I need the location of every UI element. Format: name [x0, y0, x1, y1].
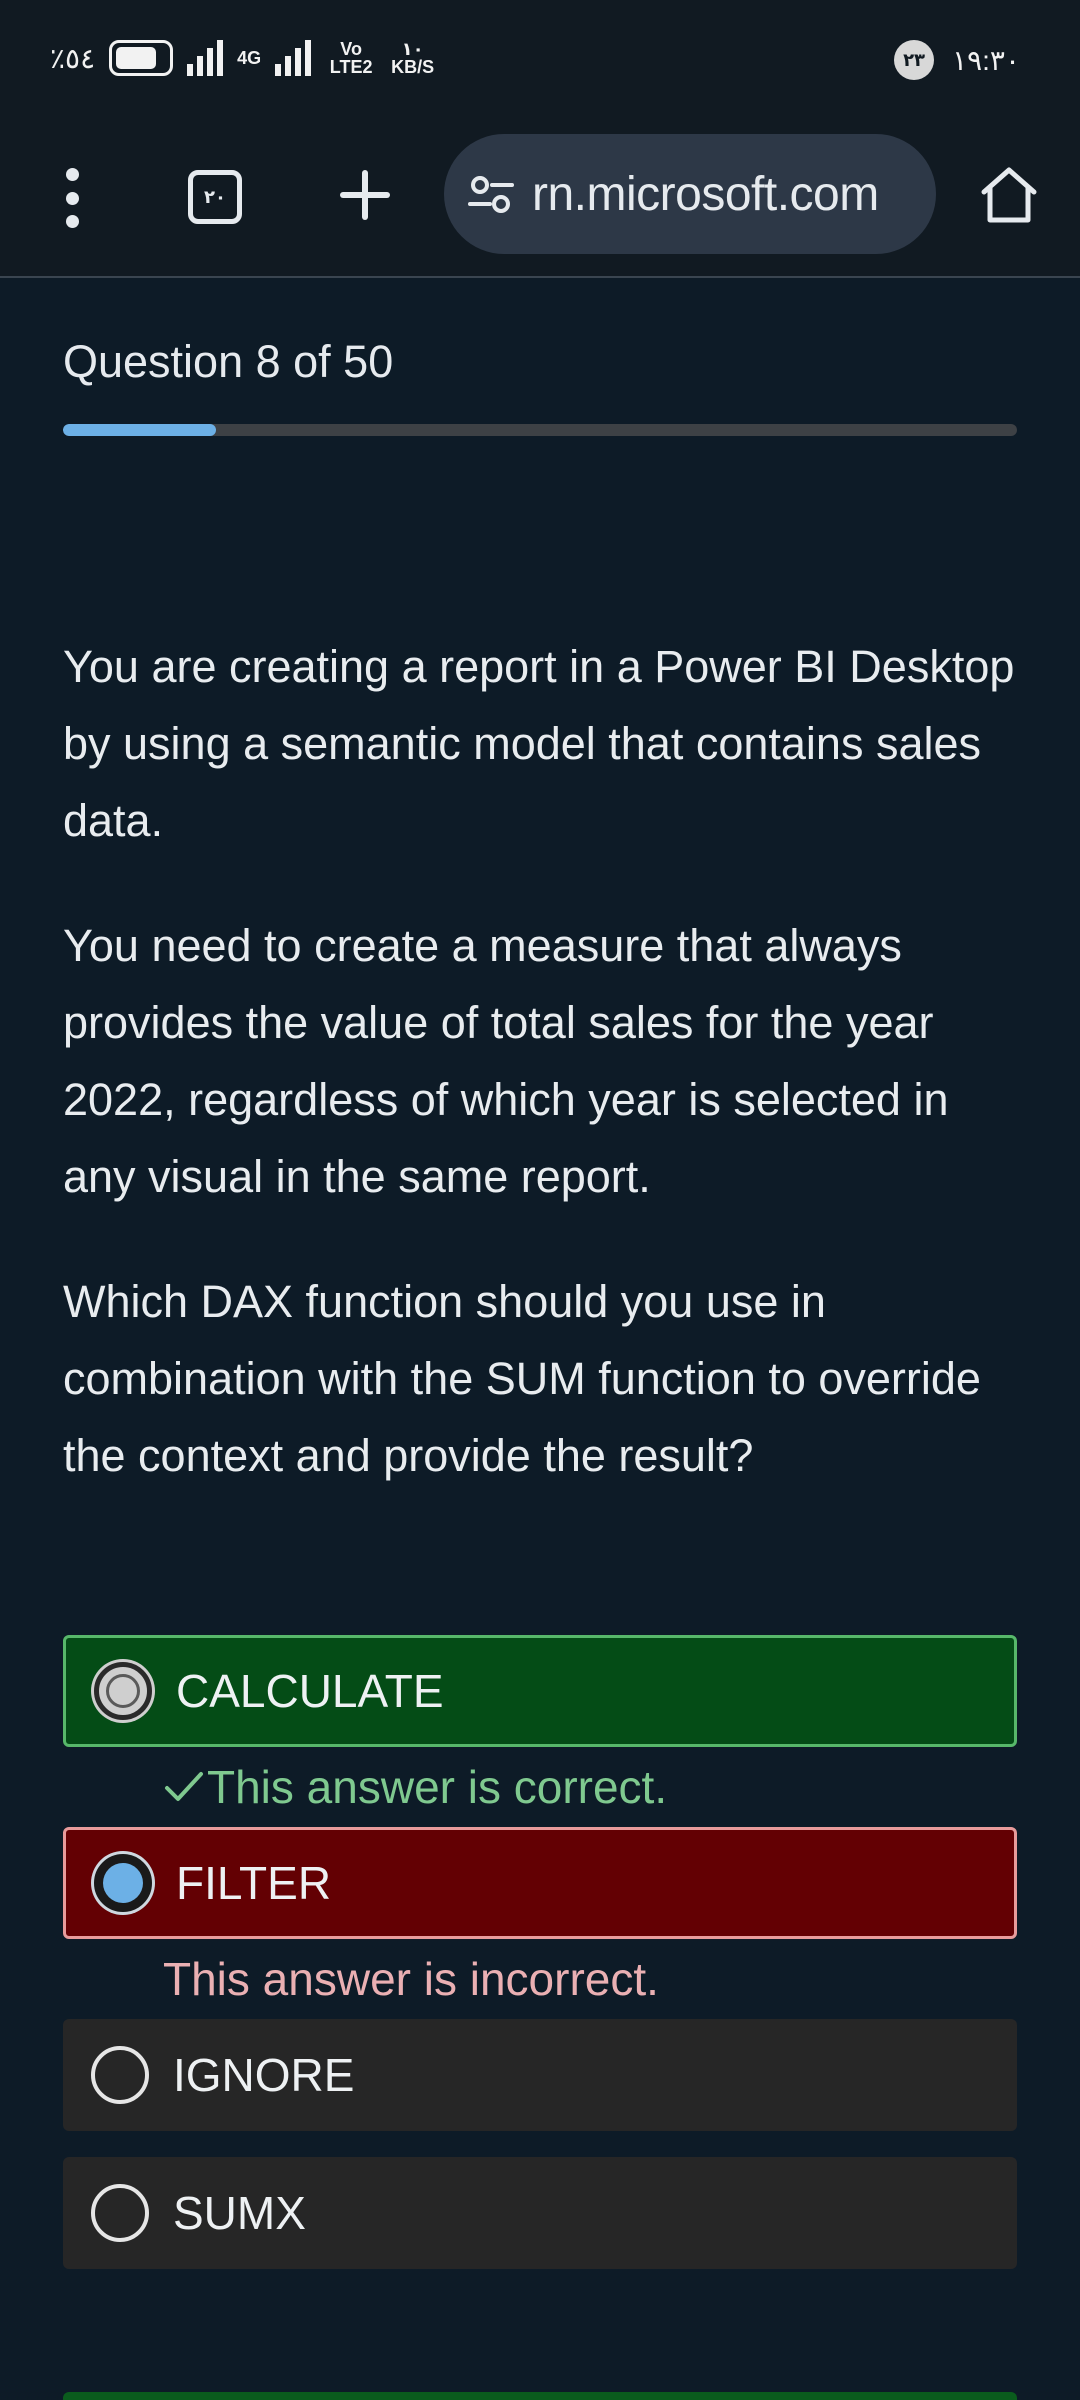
speed-unit: KB/S	[391, 57, 435, 77]
answer-option-sumx[interactable]: SUMX	[63, 2157, 1017, 2269]
battery-percent: ٪٥٤	[50, 42, 96, 74]
status-right-cluster: ٢٣ ١٩:٣٠	[894, 40, 1020, 80]
incorrect-feedback: This answer is incorrect.	[63, 1939, 1017, 2019]
speed-value: ١٠	[401, 39, 424, 59]
url-text[interactable]: rn.microsoft.com	[532, 167, 879, 222]
answer-option-calculate[interactable]: CALCULATE	[63, 1635, 1017, 1747]
question-counter: Question 8 of 50	[63, 336, 394, 387]
home-icon[interactable]	[978, 164, 1040, 226]
answer-options: CALCULATE This answer is correct. FILTER…	[63, 1635, 1017, 2269]
next-button-edge[interactable]	[63, 2392, 1017, 2400]
quiz-progress-fill	[63, 424, 216, 436]
correct-feedback: This answer is correct.	[63, 1747, 1017, 1827]
signal-icon-2	[275, 40, 312, 76]
new-tab-plus-icon[interactable]	[338, 168, 392, 222]
answer-option-filter[interactable]: FILTER	[63, 1827, 1017, 1939]
answer-label: CALCULATE	[176, 1665, 444, 1717]
radio-icon[interactable]	[94, 1854, 152, 1912]
battery-level	[116, 47, 157, 69]
speed-indicator: ١٠ KB/S	[391, 40, 434, 76]
feedback-text: This answer is incorrect.	[163, 1953, 659, 2005]
answer-label: IGNORE	[173, 2049, 355, 2101]
answer-option-ignore[interactable]: IGNORE	[63, 2019, 1017, 2131]
kebab-menu-icon[interactable]	[56, 168, 88, 228]
tune-icon[interactable]	[468, 174, 514, 214]
radio-icon[interactable]	[91, 2046, 149, 2104]
question-paragraph: You need to create a measure that always…	[63, 920, 949, 1202]
answer-label: SUMX	[173, 2187, 306, 2239]
network-type: 4G	[237, 48, 262, 68]
browser-toolbar: ٢٠ rn.microsoft.com	[0, 120, 1080, 278]
status-bar: ٪٥٤ 4G Vo LTE2 ١٠ KB/S ٢٣ ١٩:٣٠	[0, 0, 1080, 120]
status-left-cluster: ٪٥٤ 4G Vo LTE2 ١٠ KB/S	[50, 40, 434, 76]
address-bar[interactable]: rn.microsoft.com	[444, 134, 936, 254]
question-text: You are creating a report in a Power BI …	[63, 628, 1017, 1542]
question-paragraph: Which DAX function should you use in com…	[63, 1276, 981, 1481]
notification-badge: ٢٣	[894, 40, 935, 80]
battery-icon	[109, 40, 174, 76]
quiz-progress-bar	[63, 424, 1017, 436]
signal-icon	[187, 40, 224, 76]
radio-icon[interactable]	[94, 1662, 152, 1720]
radio-icon[interactable]	[91, 2184, 149, 2242]
tab-switcher-button[interactable]: ٢٠	[188, 170, 242, 224]
checkmark-icon	[165, 1772, 203, 1801]
question-paragraph: You are creating a report in a Power BI …	[63, 641, 1015, 846]
clock: ١٩:٣٠	[952, 44, 1020, 76]
answer-label: FILTER	[176, 1857, 332, 1909]
volte-label: Vo LTE2	[329, 39, 373, 77]
feedback-text: This answer is correct.	[207, 1761, 668, 1813]
